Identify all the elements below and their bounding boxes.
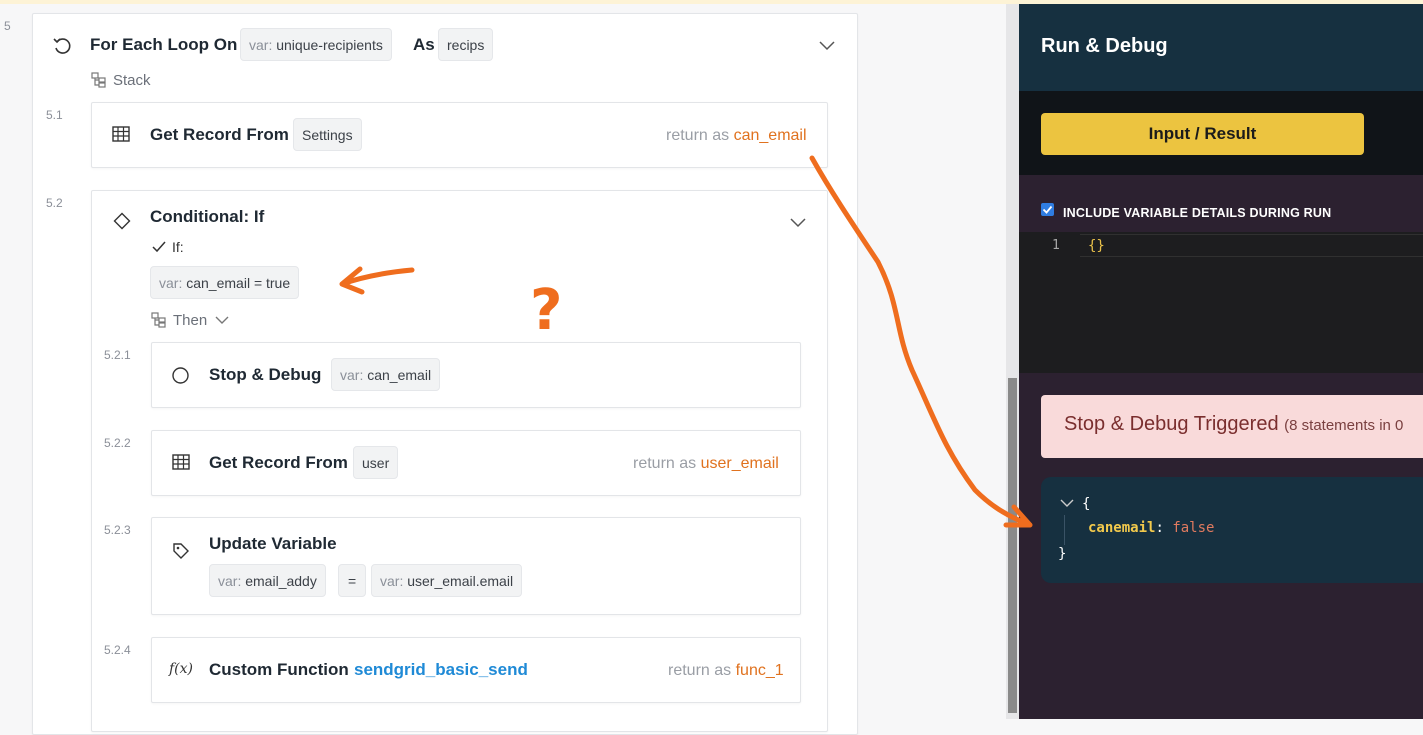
arrow-to-condition-icon <box>339 266 415 295</box>
arrow-to-debug-output-icon <box>809 155 1033 528</box>
annotation-question-mark: ? <box>530 278 563 343</box>
annotation-layer <box>339 155 1033 528</box>
